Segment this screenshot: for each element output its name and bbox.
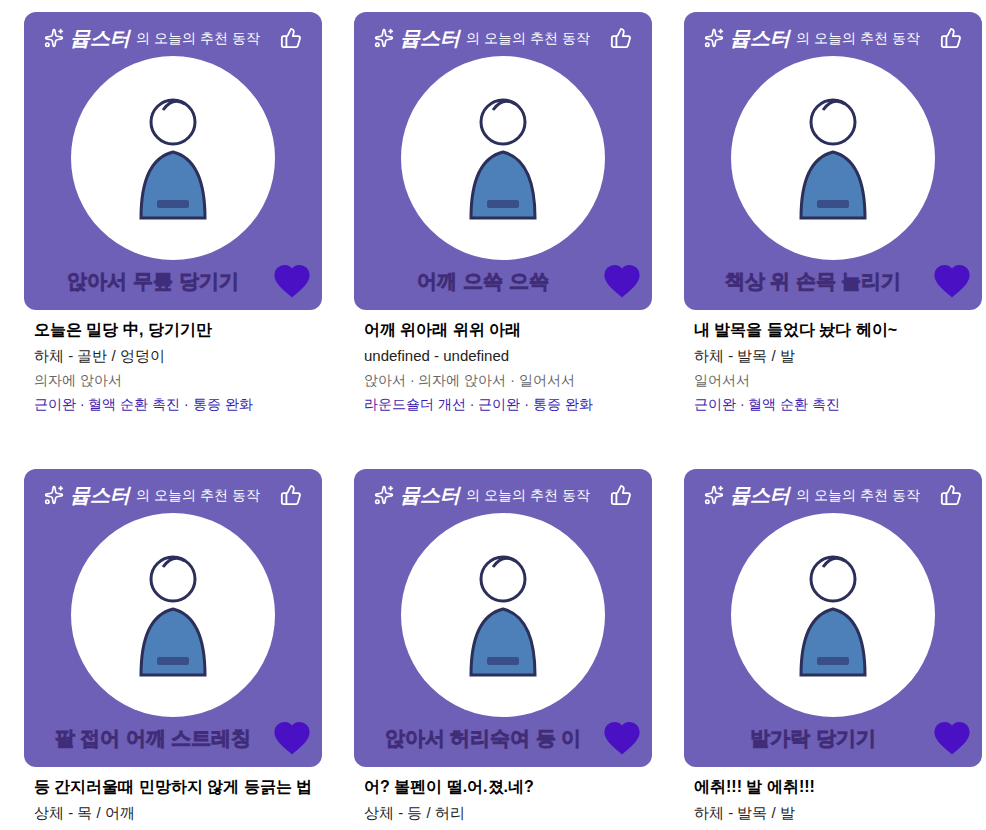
sparkle-icon bbox=[44, 485, 64, 505]
card-posture: 앉아서 · 의자에 앉아서 · 일어서서 bbox=[364, 368, 642, 392]
card-info: 어깨 위아래 위위 아래 undefined - undefined앉아서 · 의… bbox=[354, 320, 652, 416]
exercise-page: 뮵스터의 오늘의 추천 동작앉아서 무릎 당기기오늘은 밀당 中, 당기기만하체… bbox=[0, 0, 986, 830]
card-posture: 일어서서 bbox=[694, 368, 972, 392]
banner-headline: 의 오늘의 추천 동작 bbox=[466, 485, 590, 505]
illustration-circle bbox=[401, 513, 605, 717]
banner-brand: 뮵스터 bbox=[730, 483, 790, 507]
thumbs-up-icon bbox=[610, 27, 632, 49]
banner-brand: 뮵스터 bbox=[70, 26, 130, 50]
card-banner: 뮵스터 의 오늘의 추천 동작 bbox=[24, 469, 322, 507]
exercise-card[interactable]: 뮵스터의 오늘의 추천 동작어깨 으쓱 으쓱어깨 위아래 위위 아래undefi… bbox=[354, 12, 652, 416]
sparkle-icon bbox=[44, 28, 64, 48]
card-thumbnail[interactable]: 뮵스터의 오늘의 추천 동작앉아서 무릎 당기기 bbox=[24, 12, 322, 310]
card-title[interactable]: 어깨 위아래 위위 아래 bbox=[364, 320, 642, 340]
card-category: 하체 - 발목 / 발 bbox=[694, 801, 972, 825]
sparkle-icon bbox=[704, 28, 724, 48]
card-thumbnail[interactable]: 뮵스터의 오늘의 추천 동작발가락 당기기 bbox=[684, 469, 982, 767]
banner-headline: 의 오늘의 추천 동작 bbox=[136, 485, 260, 505]
card-banner: 뮵스터 의 오늘의 추천 동작 bbox=[684, 469, 982, 507]
card-thumbnail[interactable]: 뮵스터의 오늘의 추천 동작책상 위 손목 늘리기 bbox=[684, 12, 982, 310]
thumbs-up-icon bbox=[280, 27, 302, 49]
illustration-circle bbox=[71, 513, 275, 717]
card-thumbnail[interactable]: 뮵스터의 오늘의 추천 동작어깨 으쓱 으쓱 bbox=[354, 12, 652, 310]
illustration-circle bbox=[401, 56, 605, 260]
exercise-illustration-icon bbox=[443, 88, 563, 228]
card-banner: 뮵스터 의 오늘의 추천 동작 bbox=[354, 12, 652, 50]
card-info: 등 간지러울때 민망하지 않게 등긁는 법상체 - 목 / 어깨 bbox=[24, 777, 322, 825]
banner-headline: 의 오늘의 추천 동작 bbox=[136, 28, 260, 48]
banner-brand: 뮵스터 bbox=[400, 483, 460, 507]
card-category: 상체 - 등 / 허리 bbox=[364, 801, 642, 825]
banner-brand: 뮵스터 bbox=[730, 26, 790, 50]
thumbs-up-icon bbox=[610, 484, 632, 506]
card-banner: 뮵스터 의 오늘의 추천 동작 bbox=[24, 12, 322, 50]
exercise-card[interactable]: 뮵스터의 오늘의 추천 동작발가락 당기기에취!!! 발 에취!!!하체 - 발… bbox=[684, 469, 982, 825]
banner-headline: 의 오늘의 추천 동작 bbox=[796, 28, 920, 48]
card-info: 오늘은 밀당 中, 당기기만하체 - 골반 / 엉덩이의자에 앉아서근이완 · … bbox=[24, 320, 322, 416]
illustration-circle bbox=[731, 56, 935, 260]
card-posture: 의자에 앉아서 bbox=[34, 368, 312, 392]
card-effects: 근이완 · 혈액 순환 촉진 bbox=[694, 392, 972, 416]
card-title[interactable]: 에취!!! 발 에취!!! bbox=[694, 777, 972, 797]
card-thumbnail[interactable]: 뮵스터의 오늘의 추천 동작앉아서 허리숙여 등 이 bbox=[354, 469, 652, 767]
banner-brand: 뮵스터 bbox=[70, 483, 130, 507]
heart-icon[interactable] bbox=[604, 721, 640, 755]
heart-icon[interactable] bbox=[604, 264, 640, 298]
sparkle-icon bbox=[704, 485, 724, 505]
banner-headline: 의 오늘의 추천 동작 bbox=[466, 28, 590, 48]
exercise-card[interactable]: 뮵스터의 오늘의 추천 동작책상 위 손목 늘리기내 발목을 들었다 놨다 헤이… bbox=[684, 12, 982, 416]
thumbs-up-icon bbox=[280, 484, 302, 506]
illustration-circle bbox=[731, 513, 935, 717]
card-title[interactable]: 오늘은 밀당 中, 당기기만 bbox=[34, 320, 312, 340]
card-info: 에취!!! 발 에취!!! 하체 - 발목 / 발 bbox=[684, 777, 982, 825]
exercise-grid: 뮵스터의 오늘의 추천 동작앉아서 무릎 당기기오늘은 밀당 中, 당기기만하체… bbox=[0, 0, 986, 825]
card-effects: 라운드숄더 개선 · 근이완 · 통증 완화 bbox=[364, 392, 642, 416]
thumbs-up-icon bbox=[940, 27, 962, 49]
card-category: 하체 - 발목 / 발 bbox=[694, 344, 972, 368]
sparkle-icon bbox=[374, 28, 394, 48]
exercise-illustration-icon bbox=[113, 545, 233, 685]
heart-icon[interactable] bbox=[934, 721, 970, 755]
exercise-illustration-icon bbox=[773, 545, 893, 685]
banner-headline: 의 오늘의 추천 동작 bbox=[796, 485, 920, 505]
exercise-card[interactable]: 뮵스터의 오늘의 추천 동작팔 접어 어깨 스트레칭등 간지러울때 민망하지 않… bbox=[24, 469, 322, 825]
card-banner: 뮵스터 의 오늘의 추천 동작 bbox=[684, 12, 982, 50]
exercise-illustration-icon bbox=[113, 88, 233, 228]
card-category: undefined - undefined bbox=[364, 344, 642, 368]
card-info: 어? 볼펜이 떨.어.졌.네? 상체 - 등 / 허리 bbox=[354, 777, 652, 825]
card-info: 내 발목을 들었다 놨다 헤이~ 하체 - 발목 / 발일어서서근이완 · 혈액 … bbox=[684, 320, 982, 416]
thumbs-up-icon bbox=[940, 484, 962, 506]
heart-icon[interactable] bbox=[274, 264, 310, 298]
card-category: 상체 - 목 / 어깨 bbox=[34, 801, 312, 825]
illustration-circle bbox=[71, 56, 275, 260]
heart-icon[interactable] bbox=[274, 721, 310, 755]
card-thumbnail[interactable]: 뮵스터의 오늘의 추천 동작팔 접어 어깨 스트레칭 bbox=[24, 469, 322, 767]
exercise-illustration-icon bbox=[773, 88, 893, 228]
card-category: 하체 - 골반 / 엉덩이 bbox=[34, 344, 312, 368]
card-title[interactable]: 등 간지러울때 민망하지 않게 등긁는 법 bbox=[34, 777, 312, 797]
exercise-card[interactable]: 뮵스터의 오늘의 추천 동작앉아서 무릎 당기기오늘은 밀당 中, 당기기만하체… bbox=[24, 12, 322, 416]
exercise-card[interactable]: 뮵스터의 오늘의 추천 동작앉아서 허리숙여 등 이어? 볼펜이 떨.어.졌.네… bbox=[354, 469, 652, 825]
card-title[interactable]: 내 발목을 들었다 놨다 헤이~ bbox=[694, 320, 972, 340]
banner-brand: 뮵스터 bbox=[400, 26, 460, 50]
card-effects: 근이완 · 혈액 순환 촉진 · 통증 완화 bbox=[34, 392, 312, 416]
card-banner: 뮵스터 의 오늘의 추천 동작 bbox=[354, 469, 652, 507]
sparkle-icon bbox=[374, 485, 394, 505]
card-title[interactable]: 어? 볼펜이 떨.어.졌.네? bbox=[364, 777, 642, 797]
exercise-illustration-icon bbox=[443, 545, 563, 685]
heart-icon[interactable] bbox=[934, 264, 970, 298]
